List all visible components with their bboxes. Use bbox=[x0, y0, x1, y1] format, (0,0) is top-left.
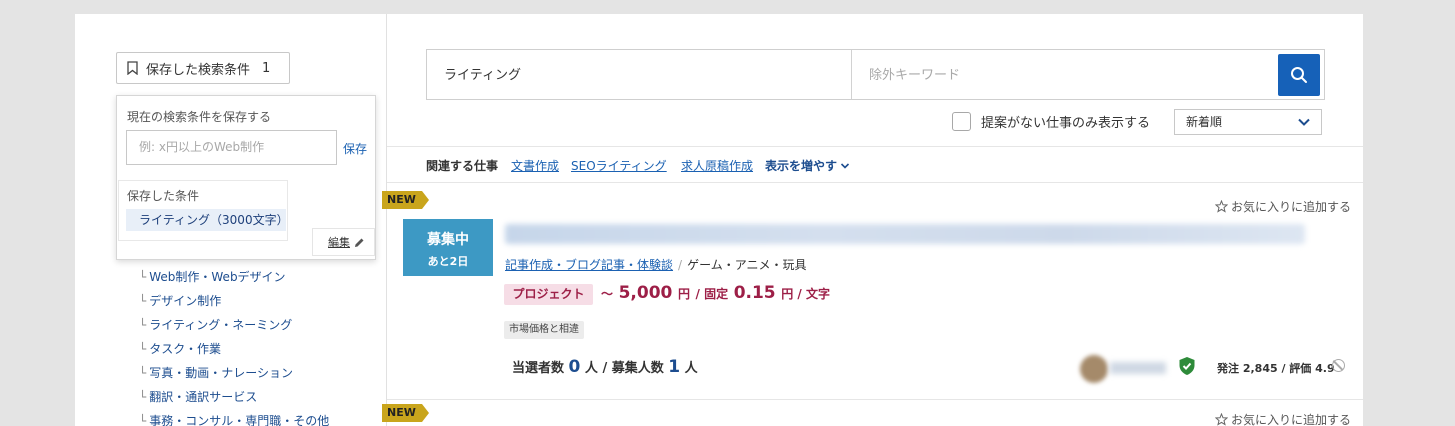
saved-condition-item[interactable]: ライティング（3000文字） bbox=[126, 209, 289, 231]
category-label: デザイン制作 bbox=[149, 294, 222, 308]
category-link-writing[interactable]: └ ライティング・ネーミング bbox=[139, 316, 292, 333]
favorite-label: お気に入りに追加する bbox=[1231, 413, 1352, 426]
favorite-button[interactable]: お気に入りに追加する bbox=[1215, 411, 1351, 426]
price-tilde: ～ bbox=[601, 287, 614, 301]
show-more-link[interactable]: 表示を増やす bbox=[765, 157, 850, 174]
job-subcategory: ゲーム・アニメ・玩具 bbox=[687, 258, 807, 272]
category-label: ライティング・ネーミング bbox=[149, 318, 293, 332]
edit-label: 編集 bbox=[328, 236, 350, 249]
new-badge: NEW bbox=[382, 404, 429, 422]
status-label: 募集中 bbox=[427, 232, 469, 248]
category-label: 写真・動画・ナレーション bbox=[149, 366, 293, 380]
category-link-photo[interactable]: └ 写真・動画・ナレーション bbox=[139, 364, 293, 381]
block-icon[interactable] bbox=[1332, 359, 1345, 372]
category-link-translation[interactable]: └ 翻訳・通訳サービス bbox=[139, 388, 257, 405]
price-unit: 円 bbox=[677, 287, 690, 301]
category-link-design[interactable]: └ デザイン制作 bbox=[139, 292, 221, 309]
related-link-seo[interactable]: SEOライティング bbox=[571, 157, 667, 174]
exclude-keyword-input[interactable]: 除外キーワード bbox=[869, 64, 960, 83]
show-more-label: 表示を増やす bbox=[765, 159, 838, 173]
category-label: Web制作・Webデザイン bbox=[149, 270, 286, 284]
popup-save-title: 現在の検索条件を保存する bbox=[127, 110, 272, 124]
search-divider bbox=[851, 50, 852, 99]
status-remaining: あと2日 bbox=[427, 255, 469, 268]
pencil-icon bbox=[355, 238, 364, 247]
keyword-input[interactable]: ライティング bbox=[444, 64, 521, 83]
saved-search-button[interactable]: 保存した検索条件 1 bbox=[116, 52, 290, 84]
price-rate: 0.15 bbox=[733, 283, 776, 303]
counts-separator: / bbox=[602, 361, 608, 376]
status-badge: 募集中 あと2日 bbox=[403, 219, 493, 276]
saved-name-input[interactable]: 例: x円以上のWeb制作 bbox=[126, 130, 337, 165]
category-link-office[interactable]: └ 事務・コンサル・専門職・その他 bbox=[139, 412, 329, 426]
recruit-label: 募集人数 bbox=[611, 361, 664, 376]
selected-count: 0 bbox=[568, 357, 581, 377]
search-icon bbox=[1291, 67, 1307, 83]
price-rate-unit: 円 / 文字 bbox=[781, 287, 830, 301]
sort-value: 新着順 bbox=[1186, 115, 1223, 129]
job-category: 記事作成・ブログ記事・体験談 / ゲーム・アニメ・玩具 bbox=[505, 256, 806, 273]
selected-label: 当選者数 bbox=[512, 361, 565, 376]
popup-save-button[interactable]: 保存 bbox=[343, 140, 367, 157]
category-link-task[interactable]: └ タスク・作業 bbox=[139, 340, 221, 357]
related-jobs-label: 関連する仕事 bbox=[426, 159, 499, 173]
related-link-document[interactable]: 文書作成 bbox=[511, 157, 559, 174]
no-proposal-checkbox[interactable] bbox=[952, 112, 971, 131]
saved-conditions-heading: 保存した条件 bbox=[127, 189, 200, 203]
verified-shield-icon bbox=[1179, 357, 1195, 375]
market-price-tag: 市場価格と相違 bbox=[504, 321, 584, 339]
new-badge: NEW bbox=[382, 191, 429, 209]
star-icon bbox=[1215, 413, 1228, 426]
saved-search-label: 保存した検索条件 bbox=[146, 62, 251, 78]
person-unit: 人 bbox=[684, 361, 698, 376]
category-link-web[interactable]: └ Web制作・Webデザイン bbox=[139, 268, 286, 285]
category-label: タスク・作業 bbox=[149, 342, 221, 356]
job-type-badge: プロジェクト bbox=[504, 284, 593, 305]
person-unit: 人 bbox=[584, 361, 598, 376]
card-divider bbox=[387, 399, 1363, 400]
applicant-counts: 当選者数 0 人 / 募集人数 1 人 bbox=[512, 357, 698, 377]
sidebar-divider bbox=[386, 14, 387, 426]
favorite-label: お気に入りに追加する bbox=[1231, 200, 1352, 214]
sort-select[interactable]: 新着順 bbox=[1174, 109, 1322, 135]
price-separator: / 固定 bbox=[695, 287, 729, 301]
job-category-link[interactable]: 記事作成・ブログ記事・体験談 bbox=[505, 258, 673, 272]
client-name-blurred[interactable] bbox=[1110, 362, 1166, 374]
related-divider bbox=[387, 182, 1363, 183]
job-title-blurred[interactable] bbox=[505, 224, 1305, 244]
chevron-down-icon bbox=[1298, 118, 1310, 126]
favorite-button[interactable]: お気に入りに追加する bbox=[1215, 198, 1351, 215]
chevron-down-icon bbox=[840, 162, 850, 169]
search-button[interactable] bbox=[1278, 54, 1320, 96]
job-price: ～ 5,000 円 / 固定 0.15 円 / 文字 bbox=[601, 283, 830, 303]
category-label: 事務・コンサル・専門職・その他 bbox=[149, 414, 330, 426]
client-avatar[interactable] bbox=[1080, 355, 1108, 383]
saved-search-count: 1 bbox=[262, 60, 271, 76]
filter-divider bbox=[387, 146, 1363, 147]
recruit-count: 1 bbox=[668, 357, 681, 377]
client-stats: 発注 2,845 / 評価 4.9 bbox=[1217, 362, 1335, 375]
related-link-recruit[interactable]: 求人原稿作成 bbox=[681, 157, 753, 174]
category-separator: / bbox=[678, 258, 683, 272]
price-amount: 5,000 bbox=[618, 283, 673, 303]
no-proposal-label[interactable]: 提案がない仕事のみ表示する bbox=[981, 112, 1150, 131]
category-label: 翻訳・通訳サービス bbox=[149, 390, 258, 404]
edit-button[interactable]: 編集 bbox=[312, 228, 375, 256]
star-icon bbox=[1215, 200, 1228, 213]
bookmark-icon bbox=[127, 61, 138, 75]
